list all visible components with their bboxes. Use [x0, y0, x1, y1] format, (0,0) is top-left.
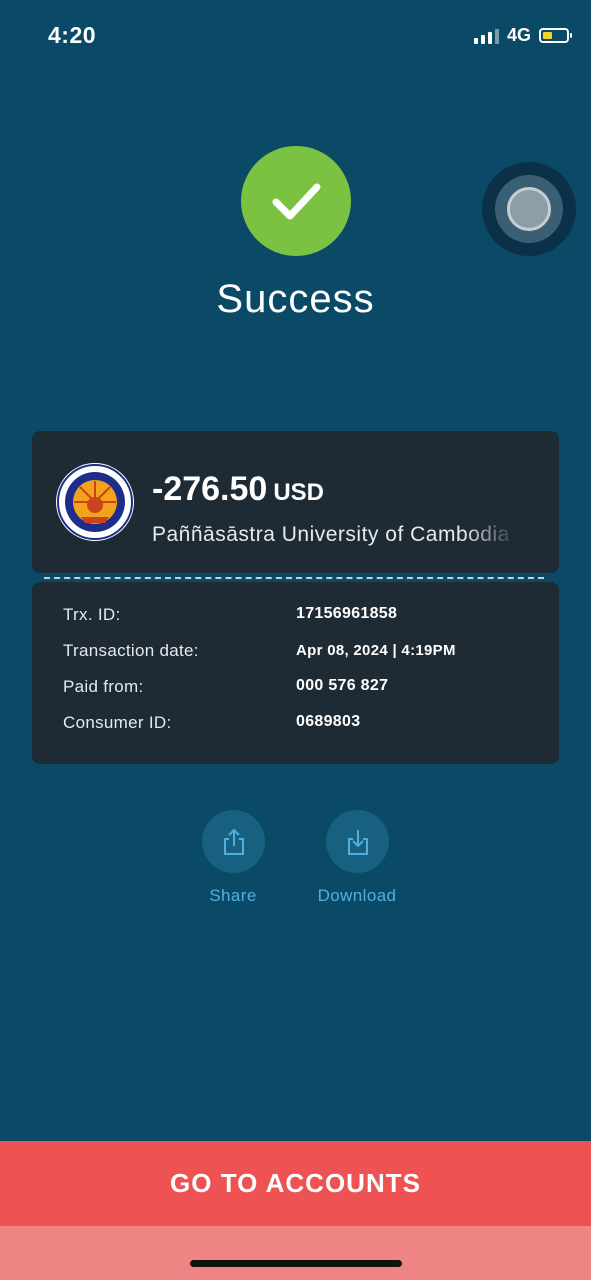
ticket-divider: [44, 577, 544, 579]
download-button[interactable]: [326, 810, 389, 873]
share-icon: [223, 828, 244, 855]
detail-label-paid-from: Paid from:: [63, 677, 144, 696]
share-button[interactable]: [202, 810, 265, 873]
detail-value-consumer-id: 0689803: [296, 713, 361, 730]
home-indicator[interactable]: [190, 1260, 402, 1267]
amount-currency: USD: [273, 479, 324, 506]
status-indicators: 4G: [473, 25, 572, 46]
success-title: Success: [216, 277, 375, 321]
merchant-logo: [56, 463, 134, 541]
go-to-accounts-button[interactable]: GO TO ACCOUNTS: [0, 1141, 591, 1226]
download-icon: [347, 829, 368, 855]
amount-value: -276.50: [152, 470, 268, 508]
detail-value-paid-from: 000 576 827: [296, 677, 389, 694]
network-type: 4G: [506, 25, 531, 45]
share-label[interactable]: Share: [173, 886, 293, 906]
detail-label-consumer-id: Consumer ID:: [63, 713, 172, 732]
success-check-icon: [241, 146, 351, 256]
assistive-touch-button[interactable]: [482, 162, 576, 256]
detail-value-trx-id: 17156961858: [296, 605, 398, 622]
detail-value-transaction-date: Apr 08, 2024 | 4:19PM: [296, 642, 456, 659]
detail-label-trx-id: Trx. ID:: [63, 605, 121, 624]
merchant-name: Paññāsāstra University of Cambodia: [152, 523, 510, 546]
download-label[interactable]: Download: [297, 886, 417, 906]
bottom-safe-area: [0, 1226, 591, 1280]
cellular-signal-icon: [473, 28, 499, 44]
status-time: 4:20: [48, 22, 97, 48]
detail-label-transaction-date: Transaction date:: [63, 641, 199, 660]
transaction-amount: -276.50 USD: [152, 470, 324, 509]
ticket-notch-right: [552, 571, 566, 585]
battery-icon: [539, 28, 572, 43]
ticket-notch-left: [25, 571, 39, 585]
